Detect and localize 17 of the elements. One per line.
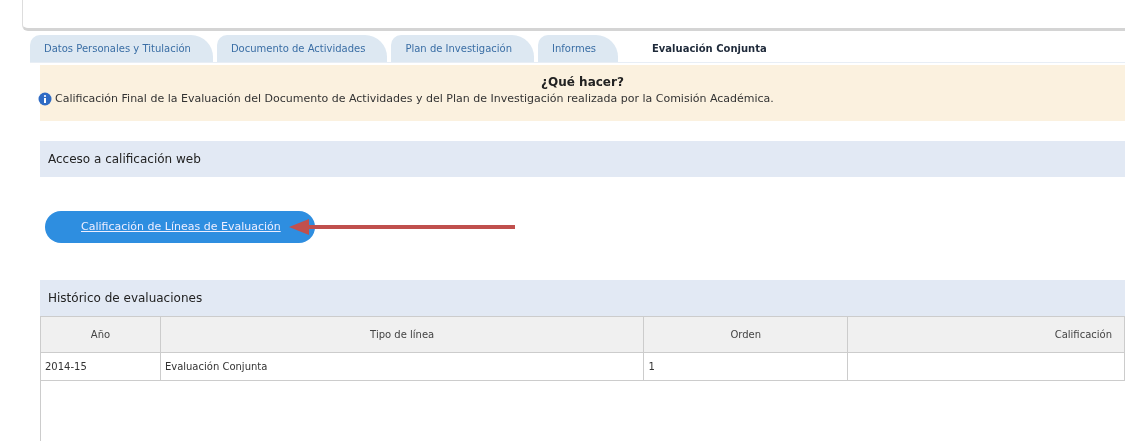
column-header: Calificación: [1054, 329, 1112, 340]
info-title: ¿Qué hacer?: [541, 74, 624, 91]
info-icon: [38, 92, 52, 107]
tab[interactable]: Informes: [538, 35, 618, 62]
section-header: Histórico de evaluaciones: [40, 280, 1125, 316]
tab[interactable]: Datos Personales y Titulación: [30, 35, 213, 62]
tab[interactable]: Documento de Actividades: [216, 35, 388, 62]
column-header: Orden: [730, 329, 762, 340]
table-cell: 2014-15: [45, 361, 87, 372]
table-cell: Evaluación Conjunta: [164, 361, 268, 372]
tab[interactable]: Plan de Investigación: [391, 35, 535, 62]
info-text: Calificación Final de la Evaluación del Documento de Actividades y del Plan de Investigación realizada por la Comisión Académica.: [55, 91, 774, 107]
section-header: Acceso a calificación web: [40, 141, 1125, 177]
table-cell: 1: [648, 361, 655, 372]
column-header: Año: [90, 329, 111, 340]
grading-link-button[interactable]: Calificación de Líneas de Evaluación: [45, 210, 315, 244]
column-header: Tipo de línea: [370, 329, 435, 340]
